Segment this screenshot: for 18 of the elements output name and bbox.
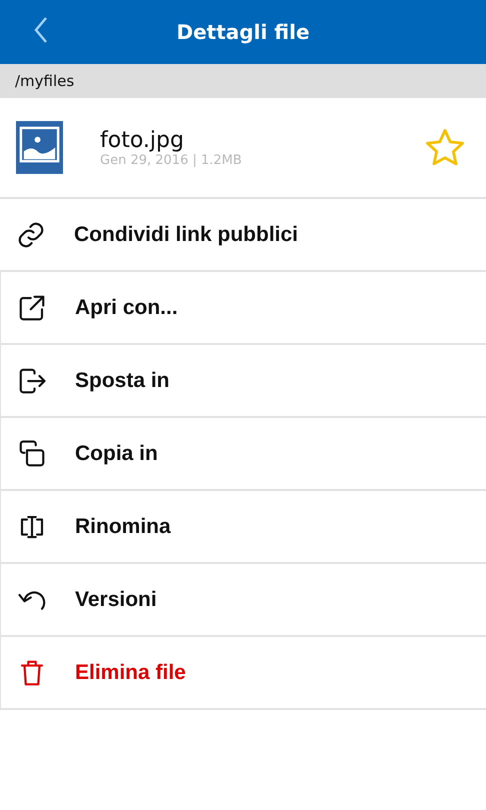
action-item[interactable]: Apri con... (0, 272, 486, 345)
action-item[interactable]: Elimina file (0, 637, 486, 710)
exit-arrow-icon (17, 366, 47, 396)
link-icon (16, 220, 46, 250)
copy-icon (17, 438, 47, 468)
file-name: foto.jpg (100, 128, 185, 152)
action-item[interactable]: Copia in (0, 418, 486, 491)
action-item[interactable]: Rinomina (0, 491, 486, 564)
back-icon[interactable] (33, 16, 49, 44)
external-link-icon (17, 292, 47, 322)
image-file-icon (16, 121, 63, 174)
action-item[interactable]: Condividi link pubblici (0, 199, 486, 272)
file-meta: Gen 29, 2016 | 1.2MB (100, 152, 243, 168)
action-item[interactable]: Versioni (0, 564, 486, 637)
action-item[interactable]: Sposta in (0, 345, 486, 418)
folder-path: /myfiles (15, 72, 74, 90)
star-icon[interactable] (424, 126, 466, 168)
page-title: Dettagli file (176, 20, 310, 44)
